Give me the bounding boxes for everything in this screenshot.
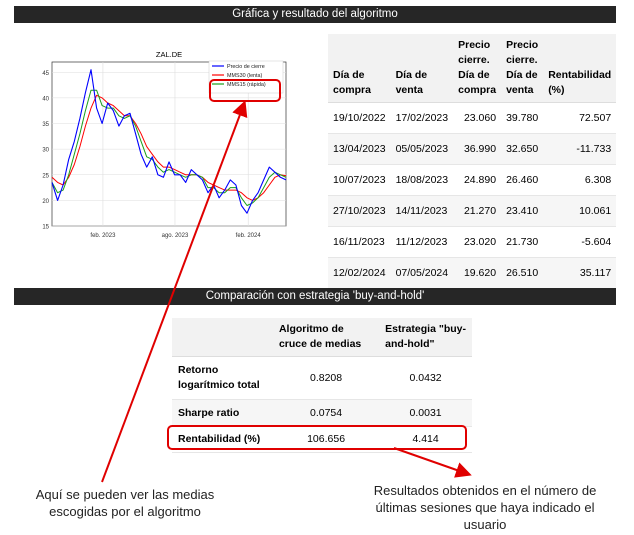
annotation-left-note: Aquí se pueden ver las medias escogidas … <box>35 487 215 519</box>
arrow-to-results <box>393 447 472 478</box>
arrow-to-legend <box>101 100 248 483</box>
annotation-right-note: Resultados obtenidos en el número de últ… <box>373 483 597 532</box>
annotation-arrows <box>101 100 472 483</box>
